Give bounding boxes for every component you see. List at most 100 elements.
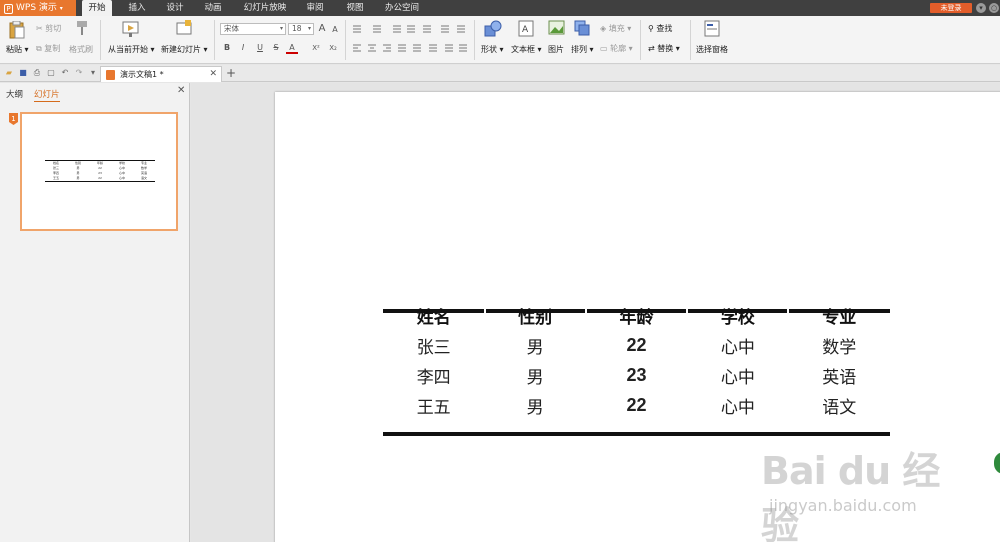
table-header-cell[interactable]: 性别 — [484, 300, 585, 330]
app-menu-button[interactable]: P WPS 演示 ▾ — [0, 0, 76, 16]
picture-button[interactable]: 图片 — [548, 44, 564, 55]
table-cell[interactable]: 男 — [484, 390, 585, 420]
shapes-label: 形状 — [481, 45, 497, 54]
underline-button[interactable]: U — [254, 42, 266, 54]
thumbnail-table: 姓名 性别 年龄 学校 专业 张三 男 22 心中 数学 李四 男 23 心中 … — [45, 160, 155, 182]
selection-pane-button[interactable]: 选择窗格 — [696, 44, 728, 55]
print-preview-icon[interactable]: ▢ — [46, 68, 56, 78]
table-header-cell[interactable]: 专业 — [789, 300, 890, 330]
tab-design[interactable]: 设计 — [160, 0, 190, 16]
table-cell[interactable]: 22 — [586, 390, 687, 420]
shrink-font-icon[interactable]: A — [329, 24, 341, 36]
subscript-button[interactable]: X₂ — [327, 42, 339, 54]
table-bottom-border — [383, 432, 890, 436]
font-color-button[interactable]: A — [286, 42, 298, 54]
tab-review[interactable]: 审阅 — [300, 0, 330, 16]
login-button[interactable]: 未登录 — [930, 3, 972, 13]
app-name: WPS 演示 — [16, 3, 57, 13]
table-cell[interactable]: 张三 — [383, 330, 484, 360]
table-cell[interactable]: 数学 — [789, 330, 890, 360]
data-table[interactable]: 姓名 性别 年龄 学校 专业 张三 男 22 心中 数学 李四 男 23 心中 … — [383, 300, 890, 420]
tab-slides[interactable]: 幻灯片 — [34, 88, 60, 102]
copy-button[interactable]: ⧉ 复制 — [36, 43, 60, 54]
tab-home[interactable]: 开始 — [82, 0, 112, 16]
table-cell[interactable]: 22 — [586, 330, 687, 360]
shapes-icon[interactable] — [484, 20, 502, 38]
play-from-current-icon[interactable] — [122, 20, 140, 38]
open-folder-icon[interactable]: ▰ — [4, 68, 14, 78]
format-painter-button[interactable]: 格式刷 — [69, 44, 93, 55]
table-cell[interactable]: 英语 — [789, 360, 890, 390]
slide-canvas[interactable]: 姓名 性别 年龄 学校 专业 张三 男 22 心中 数学 李四 男 23 心中 … — [275, 92, 1000, 542]
from-current-button[interactable]: 从当前开始 ▾ — [108, 44, 155, 55]
outline-button[interactable]: ▭ 轮廓 ▾ — [600, 43, 633, 54]
undo-icon[interactable]: ↶ — [60, 68, 70, 78]
table-cell[interactable]: 男 — [484, 330, 585, 360]
ribbon-separator — [474, 20, 475, 60]
table-cell[interactable]: 心中 — [687, 330, 788, 360]
paste-icon[interactable] — [9, 21, 25, 39]
shapes-button[interactable]: 形状 ▾ — [481, 44, 504, 55]
new-tab-button[interactable]: + — [226, 66, 236, 81]
redo-icon[interactable]: ↷ — [74, 68, 84, 78]
arrange-button[interactable]: 排列 ▾ — [571, 44, 594, 55]
strikethrough-button[interactable]: S — [270, 42, 282, 54]
slide-editing-area: 姓名 性别 年龄 学校 专业 张三 男 22 心中 数学 李四 男 23 心中 … — [191, 83, 1000, 542]
textbox-button[interactable]: 文本框 ▾ — [511, 44, 542, 55]
table-cell[interactable]: 王五 — [383, 390, 484, 420]
table-cell[interactable]: 心中 — [687, 390, 788, 420]
table-cell[interactable]: 语文 — [789, 390, 890, 420]
font-name-value: 宋体 — [224, 24, 239, 33]
table-header-cell[interactable]: 学校 — [687, 300, 788, 330]
picture-icon[interactable] — [548, 20, 565, 36]
scissors-icon: ✂ — [36, 24, 43, 33]
tab-office-space[interactable]: 办公空间 — [380, 0, 424, 16]
replace-button[interactable]: ⇄ 替换 ▾ — [648, 43, 680, 54]
cut-button[interactable]: ✂ 剪切 — [36, 23, 61, 34]
document-tab[interactable]: 演示文稿1 * ✕ — [100, 66, 222, 82]
print-icon[interactable]: ⎙ — [32, 68, 42, 78]
cut-label: 剪切 — [45, 24, 62, 33]
table-cell[interactable]: 李四 — [383, 360, 484, 390]
new-slide-button[interactable]: 新建幻灯片 ▾ — [161, 44, 208, 55]
table-cell[interactable]: 心中 — [687, 360, 788, 390]
slide-thumbnail[interactable]: 姓名 性别 年龄 学校 专业 张三 男 22 心中 数学 李四 男 23 心中 … — [20, 112, 178, 231]
grow-font-icon[interactable]: A — [316, 23, 328, 35]
from-current-label: 从当前开始 — [108, 45, 148, 54]
tab-animation[interactable]: 动画 — [198, 0, 228, 16]
table-cell[interactable]: 23 — [586, 360, 687, 390]
paste-button[interactable]: 粘贴 ▾ — [6, 44, 29, 55]
save-icon[interactable]: ■ — [18, 68, 28, 78]
format-painter-icon[interactable] — [75, 20, 89, 36]
new-slide-icon[interactable] — [175, 20, 193, 38]
customize-icon[interactable]: ▾ — [88, 68, 98, 78]
close-icon[interactable]: ✕ — [177, 85, 185, 96]
presentation-file-icon — [106, 70, 115, 80]
ribbon-separator — [690, 20, 691, 60]
tab-insert[interactable]: 插入 — [122, 0, 152, 16]
tab-slideshow[interactable]: 幻灯片放映 — [240, 0, 290, 16]
superscript-button[interactable]: X² — [310, 42, 322, 54]
font-size-value: 18 — [292, 24, 302, 33]
fill-button[interactable]: ◈ 填充 ▾ — [600, 23, 631, 34]
table-header-cell[interactable]: 姓名 — [383, 300, 484, 330]
settings-icon[interactable]: ○ — [989, 3, 999, 13]
font-name-select[interactable]: 宋体 ▾ — [220, 23, 286, 35]
table-header-cell[interactable]: 年龄 — [586, 300, 687, 330]
tab-outline[interactable]: 大纲 — [6, 88, 23, 100]
italic-button[interactable]: I — [237, 42, 249, 54]
find-button[interactable]: ⚲ 查找 — [648, 23, 672, 34]
paragraph-list-icons[interactable] — [351, 24, 471, 34]
help-icon[interactable]: ▾ — [976, 3, 986, 13]
table-row: 王五 男 22 心中 语文 — [383, 390, 890, 420]
bold-button[interactable]: B — [221, 42, 233, 54]
font-size-select[interactable]: 18 ▾ — [288, 23, 314, 35]
selection-pane-icon[interactable] — [704, 20, 720, 38]
arrange-icon[interactable] — [574, 20, 590, 36]
close-icon[interactable]: ✕ — [209, 67, 217, 82]
table-cell[interactable]: 男 — [484, 360, 585, 390]
ribbon-toolbar: 粘贴 ▾ ✂ 剪切 ⧉ 复制 格式刷 从当前开始 ▾ 新建幻灯片 ▾ 宋体 ▾ 1… — [0, 16, 1000, 64]
alignment-icons[interactable] — [351, 43, 471, 53]
tab-view[interactable]: 视图 — [340, 0, 370, 16]
textbox-icon[interactable]: A — [518, 20, 534, 38]
